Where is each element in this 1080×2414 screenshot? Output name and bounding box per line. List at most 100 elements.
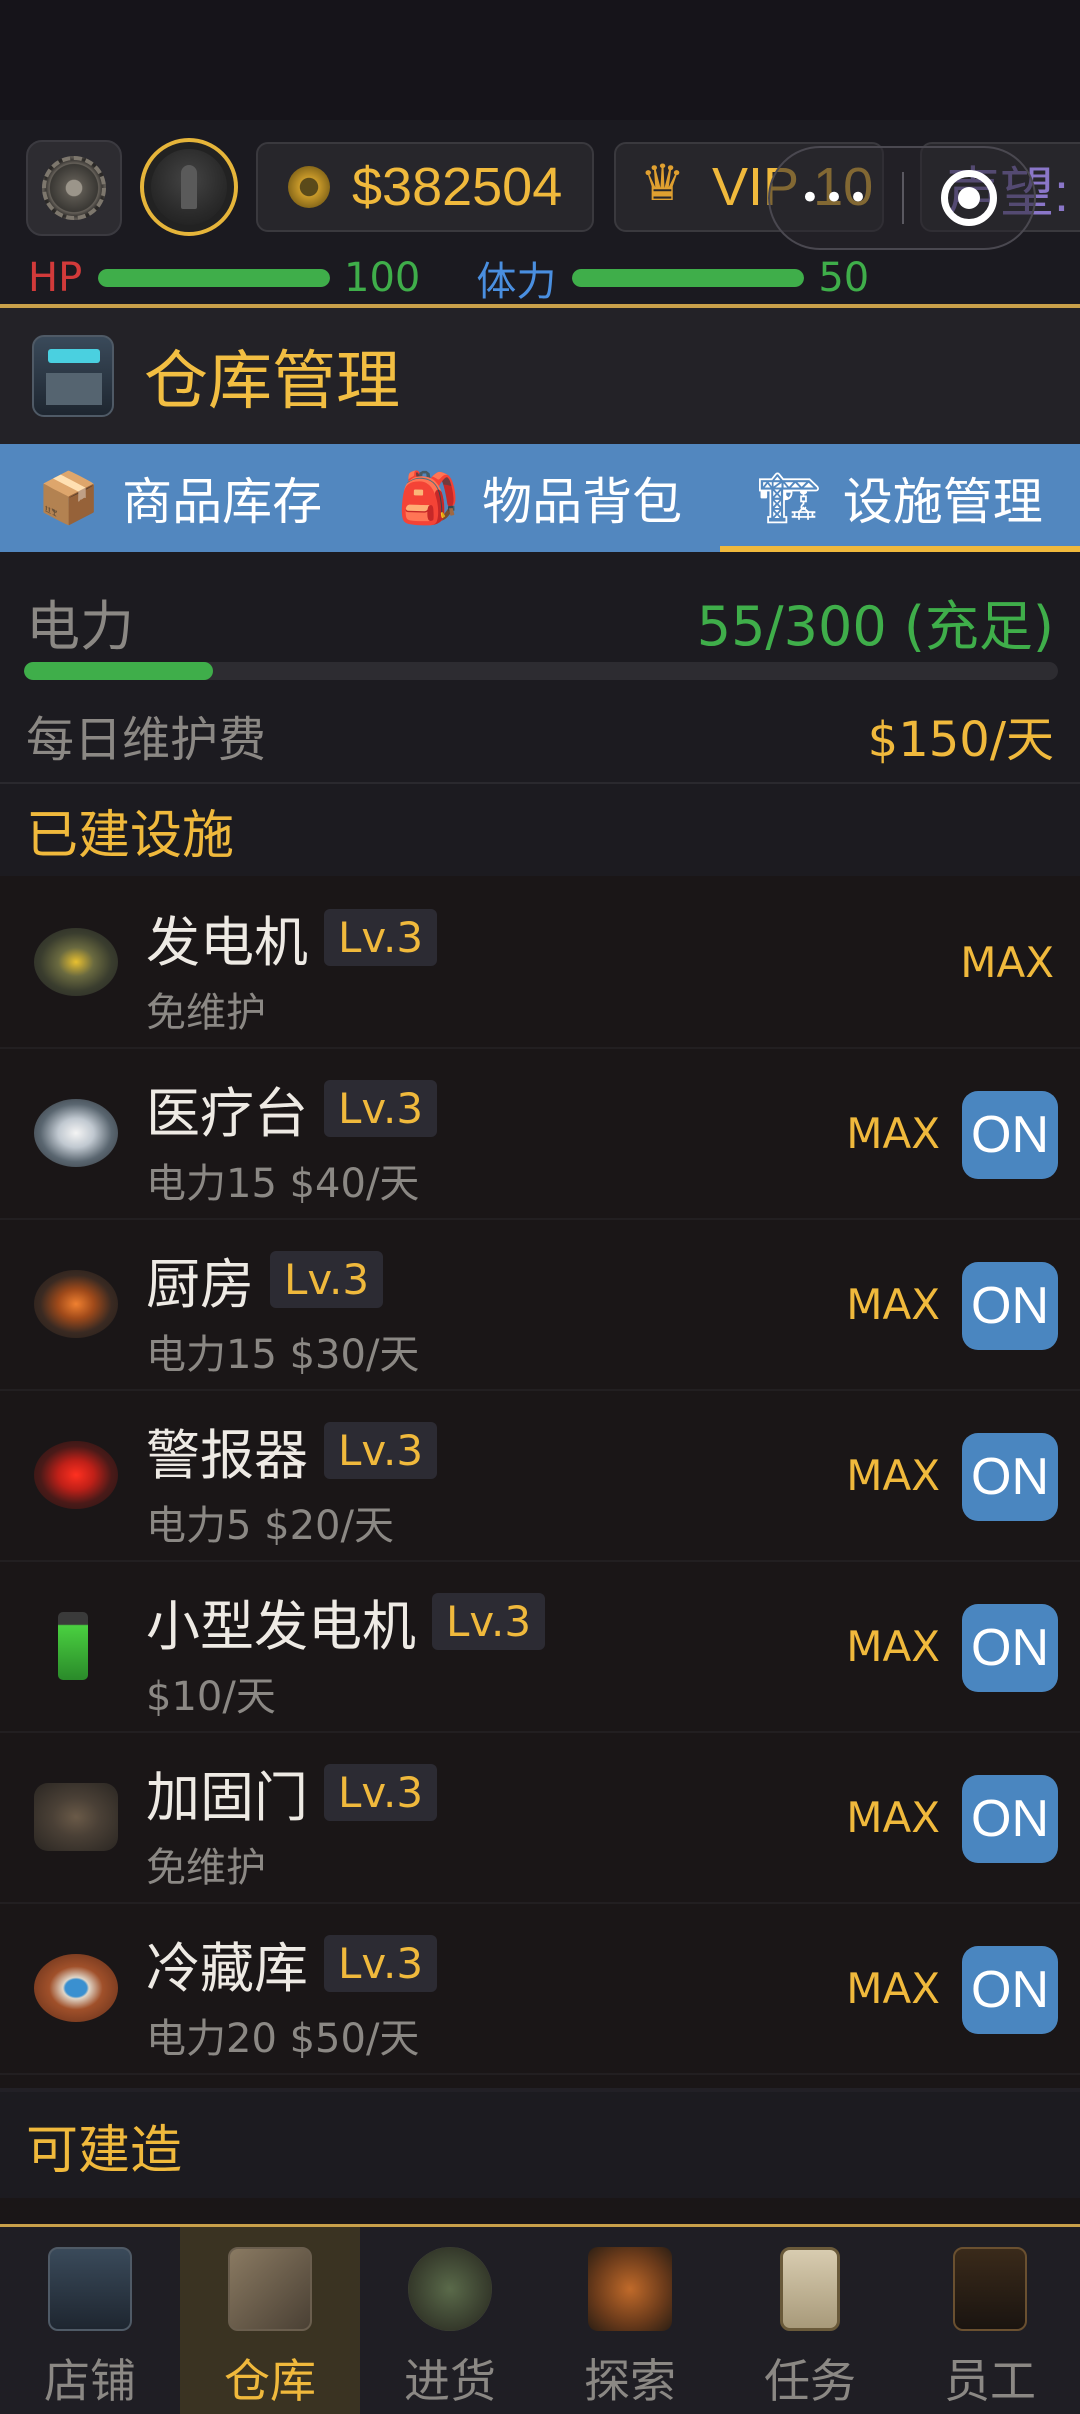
facility-row-medical[interactable]: 医疗台 Lv.3 电力15 $40/天 MAX ON: [0, 1049, 1080, 1220]
facility-name: 小型发电机: [146, 1595, 416, 1658]
max-label: MAX: [960, 938, 1054, 987]
battery-icon: [58, 1612, 88, 1680]
money-display: $382504: [256, 142, 594, 232]
tab-bar: 📦 商品库存 🎒 物品背包 🏗 设施管理: [0, 444, 1080, 552]
toggle-on-button[interactable]: ON: [962, 1604, 1058, 1692]
nav-staff[interactable]: 员工: [900, 2227, 1080, 2414]
max-label: MAX: [846, 1622, 940, 1671]
survivors-poster-icon: [953, 2247, 1027, 2331]
facility-row-cold-storage[interactable]: 冷藏库 Lv.3 电力20 $50/天 MAX ON: [0, 1904, 1080, 2075]
tab-label: 设施管理: [842, 473, 1043, 531]
hp-value: 100: [344, 255, 421, 301]
toggle-on-button[interactable]: ON: [962, 1262, 1058, 1350]
max-label: MAX: [846, 1451, 940, 1500]
maintenance-value: $150/天: [867, 712, 1054, 768]
facility-row-generator[interactable]: 发电机 Lv.3 免维护 MAX: [0, 878, 1080, 1049]
settings-button[interactable]: [26, 140, 122, 236]
facility-cost: 电力15 $40/天: [146, 1161, 420, 1207]
toggle-on-button[interactable]: ON: [962, 1433, 1058, 1521]
facility-cost: 免维护: [146, 1845, 266, 1891]
close-mini-program-button[interactable]: [904, 170, 1034, 226]
level-badge: Lv.3: [324, 1080, 438, 1137]
facility-name: 厨房: [146, 1253, 254, 1316]
facility-row-kitchen[interactable]: 厨房 Lv.3 电力15 $30/天 MAX ON: [0, 1220, 1080, 1391]
nav-label: 任务: [764, 2354, 856, 2408]
nav-label: 进货: [404, 2354, 496, 2408]
stamina-bar-fill: [572, 269, 805, 287]
max-label: MAX: [846, 1280, 940, 1329]
level-badge: Lv.3: [432, 1593, 546, 1650]
facility-name: 医疗台: [146, 1082, 308, 1145]
money-value: $382504: [352, 157, 563, 217]
store-icon: [48, 2247, 132, 2331]
coin-icon: [288, 166, 330, 208]
facility-row-small-generator[interactable]: 小型发电机 Lv.3 $10/天 MAX ON: [0, 1562, 1080, 1733]
power-value: 55/300 (充足): [696, 595, 1054, 658]
tab-facilities[interactable]: 🏗 设施管理: [720, 444, 1080, 552]
truck-icon: [408, 2247, 492, 2331]
top-bar: $382504 VIP 10 声望: ••• HP 100 体力 50: [0, 120, 1080, 305]
facility-name: 警报器: [146, 1424, 308, 1487]
water-drop-icon: [34, 1954, 118, 2022]
facility-row-reinforced-door[interactable]: 加固门 Lv.3 免维护 MAX ON: [0, 1733, 1080, 1904]
backpack-icon: 🎒: [397, 468, 461, 527]
nav-tasks[interactable]: 任务: [720, 2227, 900, 2414]
medical-icon: [34, 1099, 118, 1167]
toggle-on-button[interactable]: ON: [962, 1091, 1058, 1179]
avatar[interactable]: [140, 138, 238, 236]
facility-cost: 免维护: [146, 990, 266, 1036]
nav-label: 员工: [944, 2354, 1036, 2408]
page-header: 仓库管理: [0, 308, 1080, 444]
power-panel: 电力 55/300 (充足) 每日维护费 $150/天: [0, 552, 1080, 782]
soldier-avatar-icon: [151, 149, 227, 225]
facility-cost: 电力15 $30/天: [146, 1332, 420, 1378]
power-label: 电力: [26, 595, 134, 658]
alarm-icon: [34, 1441, 118, 1509]
level-badge: Lv.3: [324, 909, 438, 966]
facility-row-alarm[interactable]: 警报器 Lv.3 电力5 $20/天 MAX ON: [0, 1391, 1080, 1562]
page-title: 仓库管理: [144, 345, 400, 419]
nav-restock[interactable]: 进货: [360, 2227, 540, 2414]
power-bar: [24, 662, 1058, 680]
maintenance-label: 每日维护费: [26, 712, 267, 768]
facility-name: 冷藏库: [146, 1937, 308, 2000]
max-label: MAX: [846, 1793, 940, 1842]
stamina-value: 50: [818, 255, 870, 301]
kitchen-icon: [34, 1270, 118, 1338]
nav-label: 仓库: [224, 2354, 316, 2408]
store-icon: [32, 335, 114, 417]
bottom-nav: 店铺 仓库 进货 探索 任务 员工: [0, 2224, 1080, 2414]
more-menu-button[interactable]: •••: [770, 178, 902, 218]
clipboard-icon: [780, 2247, 840, 2331]
stamina-bar: [572, 269, 805, 287]
hp-bar: [98, 269, 330, 287]
facility-cost: 电力5 $20/天: [146, 1503, 394, 1549]
vitals-row: HP 100 体力 50: [28, 255, 870, 305]
level-badge: Lv.3: [270, 1251, 384, 1308]
facility-list: 发电机 Lv.3 免维护 MAX 医疗台 Lv.3 电力15 $40/天 MAX O…: [0, 878, 1080, 2075]
power-bar-fill: [24, 662, 214, 680]
nav-shop[interactable]: 店铺: [0, 2227, 180, 2414]
level-badge: Lv.3: [324, 1935, 438, 1992]
facility-name: 发电机: [146, 911, 308, 974]
toggle-on-button[interactable]: ON: [962, 1946, 1058, 2034]
facility-name: 加固门: [146, 1766, 308, 1829]
mini-program-capsule: •••: [768, 146, 1036, 250]
status-bar: [0, 0, 1080, 120]
crown-icon: [640, 154, 690, 212]
energy-icon: [34, 928, 118, 996]
max-label: MAX: [846, 1964, 940, 2013]
hp-label: HP: [28, 255, 83, 301]
facility-cost: 电力20 $50/天: [146, 2016, 420, 2062]
tab-label: 物品背包: [482, 473, 683, 531]
nav-warehouse[interactable]: 仓库: [180, 2227, 360, 2414]
tab-inventory[interactable]: 📦 商品库存: [0, 444, 360, 552]
crate-icon: [228, 2247, 312, 2331]
crane-icon: 🏗: [757, 468, 821, 527]
target-icon: [940, 170, 997, 226]
tab-backpack[interactable]: 🎒 物品背包: [360, 444, 720, 552]
nav-label: 店铺: [44, 2354, 136, 2408]
tab-label: 商品库存: [122, 473, 323, 531]
nav-explore[interactable]: 探索: [540, 2227, 720, 2414]
toggle-on-button[interactable]: ON: [962, 1775, 1058, 1863]
